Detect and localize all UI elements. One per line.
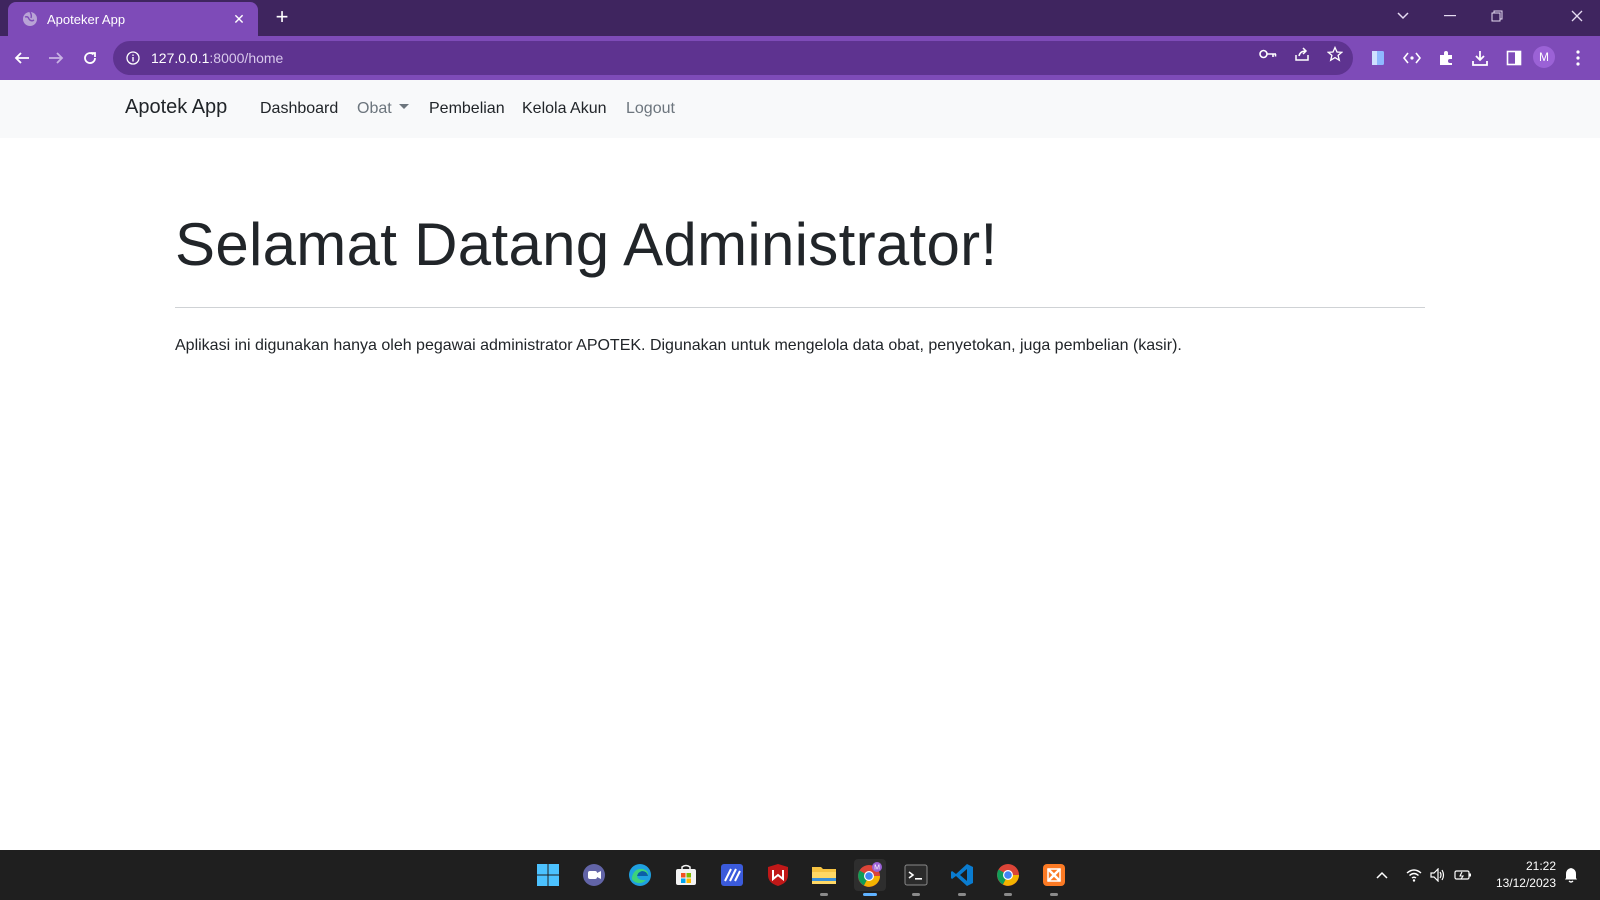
taskbar-running-indicator xyxy=(820,893,828,896)
taskbar-clock[interactable]: 21:22 13/12/2023 xyxy=(1496,858,1556,892)
back-arrow-icon[interactable] xyxy=(8,44,36,72)
download-icon[interactable] xyxy=(1466,44,1494,72)
taskbar-running-indicator xyxy=(958,893,966,896)
windows-start-icon[interactable] xyxy=(532,859,564,891)
close-window-icon[interactable] xyxy=(1554,0,1600,32)
bookmark-star-icon[interactable] xyxy=(1325,44,1345,64)
profile-avatar[interactable]: M xyxy=(1533,46,1555,68)
page-title: Selamat Datang Administrator! xyxy=(175,211,998,278)
tab-search-icon[interactable] xyxy=(1380,0,1426,32)
extensions-puzzle-icon[interactable] xyxy=(1432,44,1460,72)
chevron-up-icon[interactable] xyxy=(1373,866,1391,884)
taskbar-running-indicator xyxy=(912,893,920,896)
app-navbar: Apotek App Dashboard Obat Pembelian Kelo… xyxy=(0,80,1600,138)
edge-icon[interactable] xyxy=(624,859,656,891)
extension-book-icon[interactable] xyxy=(1364,44,1392,72)
restore-icon[interactable] xyxy=(1474,0,1520,32)
taskbar-running-indicator xyxy=(1050,893,1058,896)
forward-arrow-icon[interactable] xyxy=(42,44,70,72)
key-icon[interactable] xyxy=(1258,44,1278,64)
nav-link-pembelian[interactable]: Pembelian xyxy=(429,100,505,118)
nav-link-kelola-akun[interactable]: Kelola Akun xyxy=(522,100,607,118)
page-description: Aplikasi ini digunakan hanya oleh pegawa… xyxy=(175,337,1182,354)
xampp-icon[interactable] xyxy=(1038,859,1070,896)
extension-code-icon[interactable] xyxy=(1398,44,1426,72)
site-info-icon[interactable] xyxy=(125,50,141,66)
battery-icon[interactable] xyxy=(1454,866,1472,884)
file-explorer-icon[interactable] xyxy=(808,859,840,896)
svg-text:M: M xyxy=(874,865,880,872)
vscode-icon[interactable] xyxy=(946,859,978,896)
side-panel-icon[interactable] xyxy=(1500,44,1528,72)
taskbar-active-indicator xyxy=(863,893,877,896)
tab-title: Apoteker App xyxy=(47,11,126,27)
browser-tab-active[interactable]: Apoteker App ✕ xyxy=(8,2,258,36)
clock-time: 21:22 xyxy=(1525,859,1556,873)
browser-toolbar: 127.0.0.1:8000/home M xyxy=(0,36,1600,80)
browser-tab-strip: Apoteker App ✕ + xyxy=(0,0,1600,36)
volume-icon[interactable] xyxy=(1429,866,1447,884)
clock-date: 13/12/2023 xyxy=(1495,876,1556,890)
windows-taskbar: M 21:22 13/12/2023 xyxy=(0,850,1600,900)
teams-chat-icon[interactable] xyxy=(578,859,610,891)
caret-down-icon xyxy=(398,104,409,110)
tab-close-icon[interactable]: ✕ xyxy=(230,10,248,28)
divider xyxy=(175,307,1425,308)
kebab-menu-icon[interactable] xyxy=(1564,44,1592,72)
wifi-icon[interactable] xyxy=(1405,866,1423,884)
nav-link-logout[interactable]: Logout xyxy=(626,100,675,118)
terminal-icon[interactable] xyxy=(900,859,932,896)
nav-dropdown-obat-label: Obat xyxy=(357,100,392,117)
app-launcher-icon[interactable] xyxy=(716,859,748,891)
chrome-icon[interactable] xyxy=(992,859,1024,896)
url-host: 127.0.0.1 xyxy=(151,50,210,66)
share-icon[interactable] xyxy=(1292,44,1312,64)
address-bar[interactable]: 127.0.0.1:8000/home xyxy=(113,41,1353,75)
taskbar-running-indicator xyxy=(1004,893,1012,896)
minimize-icon[interactable] xyxy=(1427,0,1473,32)
navbar-brand[interactable]: Apotek App xyxy=(125,96,227,119)
microsoft-store-icon[interactable] xyxy=(670,859,702,891)
welcome-jumbotron: Selamat Datang Administrator! xyxy=(175,210,1425,279)
nav-dropdown-obat[interactable]: Obat xyxy=(357,100,409,118)
new-tab-button[interactable]: + xyxy=(270,6,294,30)
notification-bell-icon[interactable] xyxy=(1562,866,1580,884)
url-path: :8000/home xyxy=(209,50,284,66)
reload-icon[interactable] xyxy=(76,44,104,72)
mcafee-shield-icon[interactable] xyxy=(762,859,794,891)
chrome-profile-icon[interactable]: M xyxy=(854,859,886,896)
globe-icon xyxy=(22,11,38,27)
nav-link-dashboard[interactable]: Dashboard xyxy=(260,100,338,118)
